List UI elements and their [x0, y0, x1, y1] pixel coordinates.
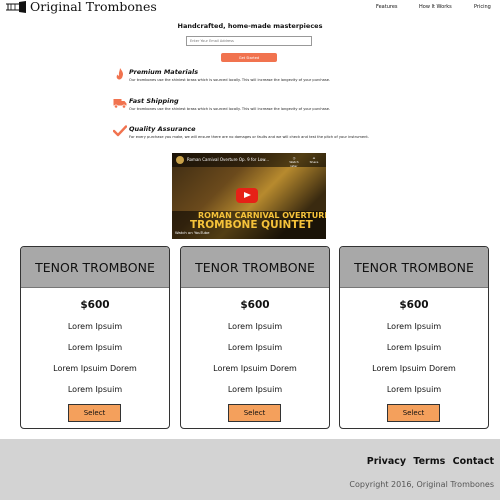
pricing-card: TENOR TROMBONE $600 Lorem Ipsuim Lorem I…: [20, 246, 170, 429]
play-button-icon[interactable]: [236, 188, 258, 203]
brand-name: Original Trombones: [30, 0, 157, 14]
product-feature: Lorem Ipsuim Dorem: [372, 364, 456, 373]
watch-on-youtube-link[interactable]: Watch on YouTube: [175, 230, 209, 235]
product-feature: Lorem Ipsuim: [386, 343, 442, 352]
video-embed[interactable]: Roman Carnival Overture Op. 9 for Low...…: [172, 153, 326, 239]
product-feature: Lorem Ipsuim: [227, 322, 283, 331]
feature-title: Fast Shipping: [129, 97, 179, 105]
product-feature: Lorem Ipsuim Dorem: [53, 364, 137, 373]
footer-link-terms[interactable]: Terms: [413, 456, 445, 467]
fire-icon: [116, 68, 124, 80]
product-feature: Lorem Ipsuim: [227, 343, 283, 352]
product-price: $600: [399, 299, 429, 311]
header: Original Trombones Features How It Works…: [0, 0, 500, 16]
footer-link-contact[interactable]: Contact: [453, 456, 494, 467]
video-title[interactable]: Roman Carnival Overture Op. 9 for Low...: [187, 157, 269, 162]
product-feature: Lorem Ipsuim: [67, 322, 123, 331]
copyright: Copyright 2016, Original Trombones: [349, 480, 494, 489]
channel-avatar[interactable]: [176, 156, 184, 164]
feature-description: For every purchase you make, we will ens…: [129, 135, 369, 139]
footer-links: Privacy Terms Contact: [363, 456, 494, 467]
truck-icon: [113, 99, 127, 109]
product-name: TENOR TROMBONE: [354, 260, 474, 275]
select-button[interactable]: Select: [68, 404, 121, 422]
check-icon: [113, 125, 127, 137]
feature-description: Our trombones use the shiniest brass whi…: [129, 107, 331, 111]
nav-link-features[interactable]: Features: [376, 4, 398, 10]
product-name: TENOR TROMBONE: [35, 260, 155, 275]
product-feature: Lorem Ipsuim: [386, 322, 442, 331]
watch-later-button[interactable]: ◷ Watch later: [286, 156, 302, 168]
footer: Privacy Terms Contact Copyright 2016, Or…: [0, 439, 500, 500]
get-started-button[interactable]: Get Started: [221, 53, 277, 62]
product-name: TENOR TROMBONE: [195, 260, 315, 275]
share-button[interactable]: ➦ Share: [306, 156, 322, 164]
product-price: $600: [80, 299, 110, 311]
product-feature: Lorem Ipsuim: [227, 385, 283, 394]
email-input[interactable]: [186, 36, 312, 46]
hero-title: Handcrafted, home-made masterpieces: [177, 22, 323, 30]
product-feature: Lorem Ipsuim Dorem: [213, 364, 297, 373]
feature-description: Our trombones use the shiniest brass whi…: [129, 78, 331, 82]
product-feature: Lorem Ipsuim: [67, 385, 123, 394]
product-feature: Lorem Ipsuim: [386, 385, 442, 394]
product-feature: Lorem Ipsuim: [67, 343, 123, 352]
footer-link-privacy[interactable]: Privacy: [367, 456, 406, 467]
feature-title: Premium Materials: [129, 68, 199, 76]
product-price: $600: [240, 299, 270, 311]
pricing-card: TENOR TROMBONE $600 Lorem Ipsuim Lorem I…: [339, 246, 489, 429]
select-button[interactable]: Select: [387, 404, 440, 422]
nav-link-pricing[interactable]: Pricing: [474, 4, 491, 10]
trombone-logo-icon: [6, 1, 26, 13]
pricing-card: TENOR TROMBONE $600 Lorem Ipsuim Lorem I…: [180, 246, 330, 429]
feature-title: Quality Assurance: [129, 125, 196, 133]
select-button[interactable]: Select: [228, 404, 281, 422]
nav-link-how-it-works[interactable]: How It Works: [419, 4, 452, 10]
